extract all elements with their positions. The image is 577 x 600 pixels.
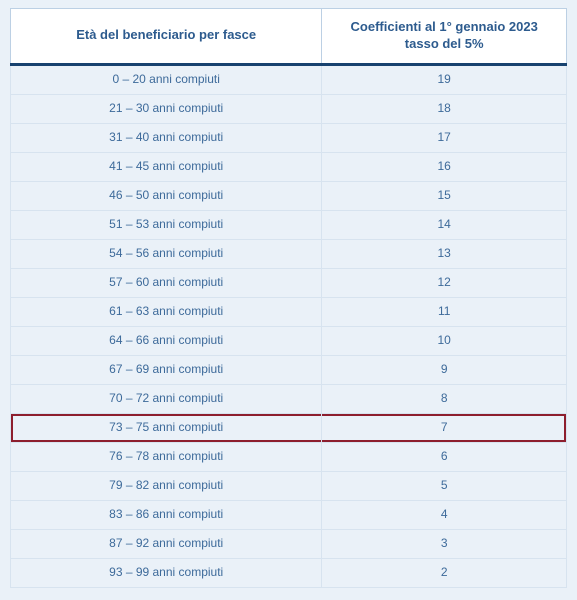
- cell-coefficient: 18: [322, 94, 567, 123]
- table-row: 67 – 69 anni compiuti9: [11, 355, 567, 384]
- header-coefficient: Coefficienti al 1° gennaio 2023 tasso de…: [322, 9, 567, 65]
- cell-age-range: 64 – 66 anni compiuti: [11, 326, 322, 355]
- table-row: 21 – 30 anni compiuti18: [11, 94, 567, 123]
- cell-age-range: 57 – 60 anni compiuti: [11, 268, 322, 297]
- header-coef-line2: tasso del 5%: [405, 36, 484, 51]
- table-container: Età del beneficiario per fasce Coefficie…: [0, 0, 577, 598]
- cell-coefficient: 5: [322, 471, 567, 500]
- cell-coefficient: 11: [322, 297, 567, 326]
- table-row: 93 – 99 anni compiuti2: [11, 558, 567, 587]
- cell-coefficient: 8: [322, 384, 567, 413]
- coefficients-table: Età del beneficiario per fasce Coefficie…: [10, 8, 567, 588]
- cell-age-range: 87 – 92 anni compiuti: [11, 529, 322, 558]
- table-row: 57 – 60 anni compiuti12: [11, 268, 567, 297]
- cell-age-range: 73 – 75 anni compiuti: [11, 413, 322, 442]
- table-row: 51 – 53 anni compiuti14: [11, 210, 567, 239]
- cell-coefficient: 19: [322, 64, 567, 94]
- cell-age-range: 31 – 40 anni compiuti: [11, 123, 322, 152]
- cell-age-range: 61 – 63 anni compiuti: [11, 297, 322, 326]
- table-row: 79 – 82 anni compiuti5: [11, 471, 567, 500]
- table-row: 70 – 72 anni compiuti8: [11, 384, 567, 413]
- table-row: 73 – 75 anni compiuti7: [11, 413, 567, 442]
- cell-coefficient: 4: [322, 500, 567, 529]
- table-row: 46 – 50 anni compiuti15: [11, 181, 567, 210]
- cell-coefficient: 13: [322, 239, 567, 268]
- table-body: 0 – 20 anni compiuti1921 – 30 anni compi…: [11, 64, 567, 587]
- cell-age-range: 0 – 20 anni compiuti: [11, 64, 322, 94]
- table-row: 64 – 66 anni compiuti10: [11, 326, 567, 355]
- cell-age-range: 46 – 50 anni compiuti: [11, 181, 322, 210]
- cell-coefficient: 9: [322, 355, 567, 384]
- cell-coefficient: 7: [322, 413, 567, 442]
- table-header-row: Età del beneficiario per fasce Coefficie…: [11, 9, 567, 65]
- cell-age-range: 41 – 45 anni compiuti: [11, 152, 322, 181]
- cell-age-range: 79 – 82 anni compiuti: [11, 471, 322, 500]
- cell-coefficient: 3: [322, 529, 567, 558]
- table-row: 31 – 40 anni compiuti17: [11, 123, 567, 152]
- header-coef-line1: Coefficienti al 1° gennaio 2023: [351, 19, 538, 34]
- table-row: 54 – 56 anni compiuti13: [11, 239, 567, 268]
- cell-coefficient: 14: [322, 210, 567, 239]
- cell-age-range: 83 – 86 anni compiuti: [11, 500, 322, 529]
- cell-coefficient: 2: [322, 558, 567, 587]
- table-header: Età del beneficiario per fasce Coefficie…: [11, 9, 567, 65]
- cell-age-range: 54 – 56 anni compiuti: [11, 239, 322, 268]
- table-row: 83 – 86 anni compiuti4: [11, 500, 567, 529]
- cell-coefficient: 10: [322, 326, 567, 355]
- table-row: 41 – 45 anni compiuti16: [11, 152, 567, 181]
- cell-coefficient: 15: [322, 181, 567, 210]
- cell-coefficient: 16: [322, 152, 567, 181]
- cell-coefficient: 6: [322, 442, 567, 471]
- cell-age-range: 51 – 53 anni compiuti: [11, 210, 322, 239]
- table-row: 0 – 20 anni compiuti19: [11, 64, 567, 94]
- table-row: 76 – 78 anni compiuti6: [11, 442, 567, 471]
- cell-coefficient: 17: [322, 123, 567, 152]
- cell-age-range: 70 – 72 anni compiuti: [11, 384, 322, 413]
- header-age-range: Età del beneficiario per fasce: [11, 9, 322, 65]
- cell-coefficient: 12: [322, 268, 567, 297]
- cell-age-range: 76 – 78 anni compiuti: [11, 442, 322, 471]
- cell-age-range: 67 – 69 anni compiuti: [11, 355, 322, 384]
- cell-age-range: 93 – 99 anni compiuti: [11, 558, 322, 587]
- table-row: 61 – 63 anni compiuti11: [11, 297, 567, 326]
- table-row: 87 – 92 anni compiuti3: [11, 529, 567, 558]
- cell-age-range: 21 – 30 anni compiuti: [11, 94, 322, 123]
